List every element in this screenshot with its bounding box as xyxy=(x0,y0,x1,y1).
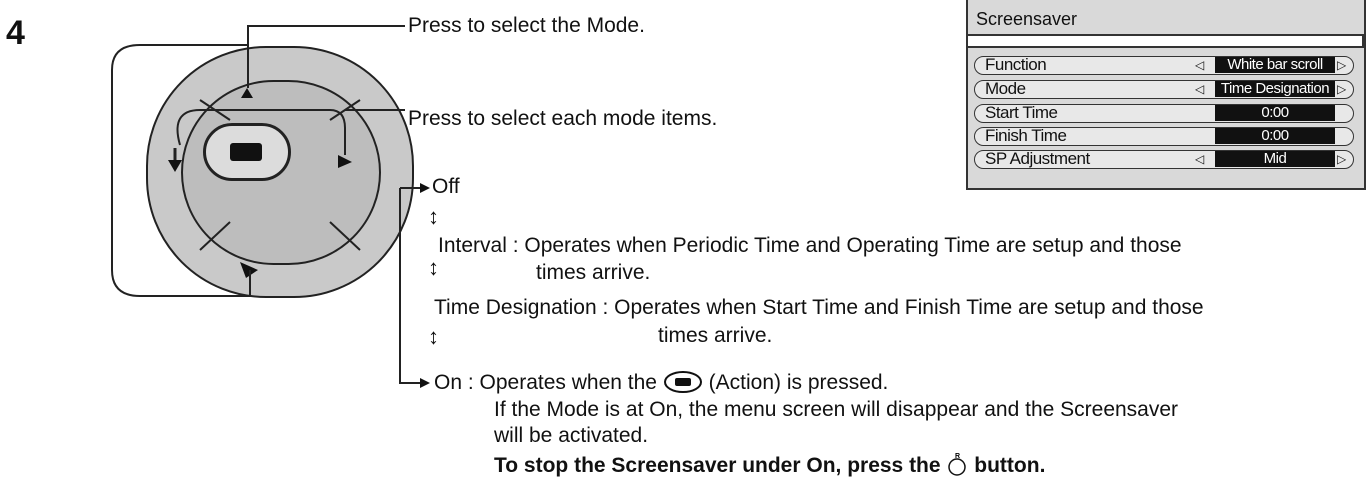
left-triangle-icon[interactable]: ◁ xyxy=(1195,82,1204,96)
osd-row[interactable]: Finish Time 0:00 xyxy=(974,126,1354,146)
left-triangle-icon[interactable]: ◁ xyxy=(1195,152,1204,166)
osd-row-value: 0:00 xyxy=(1215,128,1335,144)
osd-row-label: Start Time xyxy=(985,103,1058,122)
mode-time-line1: Time Designation : Operates when Start T… xyxy=(434,296,1204,319)
osd-row-label: Function xyxy=(985,55,1047,74)
osd-divider-line xyxy=(966,46,1364,48)
left-triangle-icon[interactable]: ◁ xyxy=(1195,58,1204,72)
stop-prefix: To stop the Screensaver under On, press … xyxy=(494,454,941,477)
action-button-icon xyxy=(663,371,702,393)
mode-on-line: On : Operates when the (Action) is press… xyxy=(434,370,888,396)
right-triangle-icon[interactable]: ▷ xyxy=(1337,58,1346,72)
osd-title: Screensaver xyxy=(966,2,1364,36)
mode-interval-line1: Interval : Operates when Periodic Time a… xyxy=(438,234,1182,257)
osd-row[interactable]: Mode Time Designation ◁ ▷ xyxy=(974,79,1354,99)
mode-interval-line2: times arrive. xyxy=(536,261,651,284)
osd-row-label: Mode xyxy=(985,79,1026,98)
osd-row[interactable]: Function White bar scroll ◁ ▷ xyxy=(974,55,1354,75)
right-arrow-icon xyxy=(338,155,352,168)
left-arrow-icon xyxy=(168,160,182,172)
updown-arrow-icon: ↕ xyxy=(428,204,439,229)
osd-row-value: Time Designation xyxy=(1215,81,1335,97)
stop-instruction: To stop the Screensaver under On, press … xyxy=(494,452,1045,479)
osd-row-value: 0:00 xyxy=(1215,105,1335,121)
mode-time-line2: times arrive. xyxy=(658,324,773,347)
mode-on-note1: If the Mode is at On, the menu screen wi… xyxy=(494,398,1179,421)
osd-row[interactable]: Start Time 0:00 xyxy=(974,103,1354,123)
mode-on-note2: will be activated. xyxy=(494,424,649,447)
updown-arrow-icon: ↕ xyxy=(428,255,439,280)
osd-row-label: Finish Time xyxy=(985,126,1067,145)
mode-on-suffix: (Action) is pressed. xyxy=(708,371,889,394)
up-arrow-icon xyxy=(241,88,253,98)
osd-divider xyxy=(966,36,1364,46)
osd-row-value: White bar scroll xyxy=(1215,57,1335,73)
stop-suffix: button. xyxy=(974,454,1046,477)
return-button-icon: R xyxy=(948,453,967,476)
callout-select-mode: Press to select the Mode. xyxy=(408,14,645,37)
mode-off: Off xyxy=(432,175,460,198)
callout-select-items: Press to select each mode items. xyxy=(408,107,718,130)
mode-on-prefix: On : Operates when the xyxy=(434,371,657,394)
right-triangle-icon[interactable]: ▷ xyxy=(1337,82,1346,96)
svg-text:R: R xyxy=(955,453,960,460)
updown-arrow-icon: ↕ xyxy=(428,324,439,349)
osd-row-label: SP Adjustment xyxy=(985,149,1090,168)
osd-row-value: Mid xyxy=(1215,151,1335,167)
osd-row[interactable]: SP Adjustment Mid ◁ ▷ xyxy=(974,149,1354,169)
right-triangle-icon[interactable]: ▷ xyxy=(1337,152,1346,166)
